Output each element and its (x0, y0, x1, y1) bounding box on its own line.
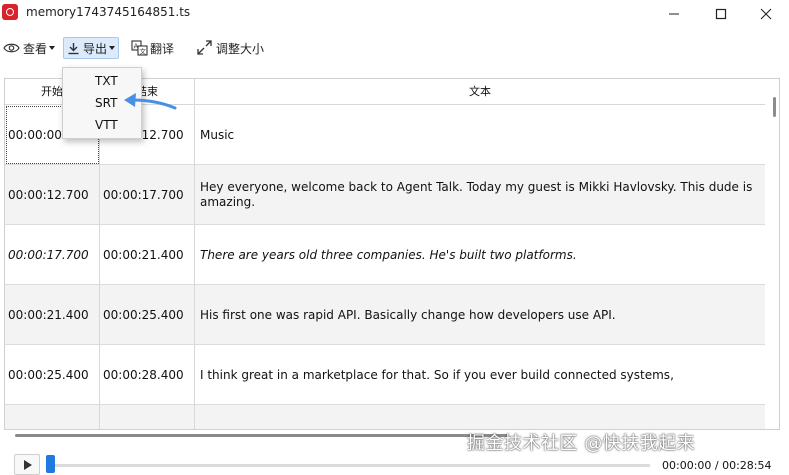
start-cell[interactable]: 00:00:12.700 (5, 165, 100, 225)
window-title: memory1743745164851.ts (26, 5, 191, 19)
column-header-text[interactable]: 文本 (195, 79, 765, 105)
view-menu-label: 查看 (23, 41, 48, 56)
text-cell[interactable]: Music (195, 105, 765, 165)
text-cell[interactable]: Hey everyone, welcome back to Agent Talk… (195, 165, 765, 225)
total-time: 00:28:54 (722, 459, 772, 472)
table-row[interactable] (5, 405, 765, 429)
start-cell[interactable]: 00:00:17.700 (5, 225, 100, 285)
table-row[interactable]: 00:00:12.700 00:00:17.700 Hey everyone, … (5, 165, 765, 225)
annotation-arrow-icon (124, 93, 177, 110)
text-cell[interactable]: His first one was rapid API. Basically c… (195, 285, 765, 345)
vertical-scroll-thumb[interactable] (773, 97, 776, 117)
menu-item-vtt[interactable]: VTT (63, 114, 141, 136)
seek-slider-handle[interactable] (46, 455, 55, 473)
start-cell[interactable]: 00:00:21.400 (5, 285, 100, 345)
end-cell[interactable]: 00:00:17.700 (100, 165, 195, 225)
chevron-down-icon (109, 46, 116, 50)
time-display: 00:00:00 / 00:28:54 (662, 459, 772, 472)
play-button[interactable] (14, 454, 40, 475)
minimize-icon (669, 13, 679, 15)
translate-icon: A 文 (131, 40, 148, 56)
table-row[interactable]: 00:00:25.400 00:00:28.400 I think great … (5, 345, 765, 405)
close-button[interactable] (743, 0, 789, 28)
eye-icon (3, 43, 20, 53)
table-row[interactable]: 00:00:21.400 00:00:25.400 His first one … (5, 285, 765, 345)
play-icon (23, 459, 32, 470)
maximize-icon (715, 8, 727, 20)
title-bar: memory1743745164851.ts (0, 0, 789, 30)
watermark: 掘金技术社区 @快扶我起来 (467, 433, 696, 454)
app-icon (2, 4, 18, 20)
toolbar: 查看 导出 A 文 翻译 调整大小 (0, 34, 789, 62)
view-menu-button[interactable]: 查看 (3, 37, 56, 59)
start-cell[interactable]: 00:00:25.400 (5, 345, 100, 405)
text-cell[interactable]: There are years old three companies. He'… (195, 225, 765, 285)
export-menu-label: 导出 (83, 41, 108, 56)
end-cell[interactable] (100, 405, 195, 429)
vertical-scrollbar[interactable] (768, 79, 779, 429)
text-cell[interactable] (195, 405, 765, 429)
close-icon (760, 8, 772, 20)
resize-icon (197, 40, 212, 55)
download-icon (68, 42, 79, 54)
seek-track[interactable] (50, 464, 650, 467)
text-cell[interactable]: I think great in a marketplace for that.… (195, 345, 765, 405)
translate-button[interactable]: A 文 翻译 (131, 37, 174, 59)
time-separator: / (711, 459, 723, 472)
resize-label: 调整大小 (216, 41, 265, 56)
start-cell[interactable] (5, 405, 100, 429)
translate-label: 翻译 (150, 41, 175, 56)
minimize-button[interactable] (651, 0, 697, 28)
resize-button[interactable]: 调整大小 (196, 37, 264, 59)
end-cell[interactable]: 00:00:28.400 (100, 345, 195, 405)
chevron-down-icon (49, 46, 56, 50)
export-menu-button[interactable]: 导出 (63, 37, 120, 59)
horizontal-scroll-thumb[interactable] (15, 434, 509, 437)
svg-text:文: 文 (140, 47, 147, 56)
maximize-button[interactable] (698, 0, 744, 28)
table-row[interactable]: 00:00:17.700 00:00:21.400 There are year… (5, 225, 765, 285)
end-cell[interactable]: 00:00:25.400 (100, 285, 195, 345)
current-time: 00:00:00 (662, 459, 712, 472)
end-cell[interactable]: 00:00:21.400 (100, 225, 195, 285)
